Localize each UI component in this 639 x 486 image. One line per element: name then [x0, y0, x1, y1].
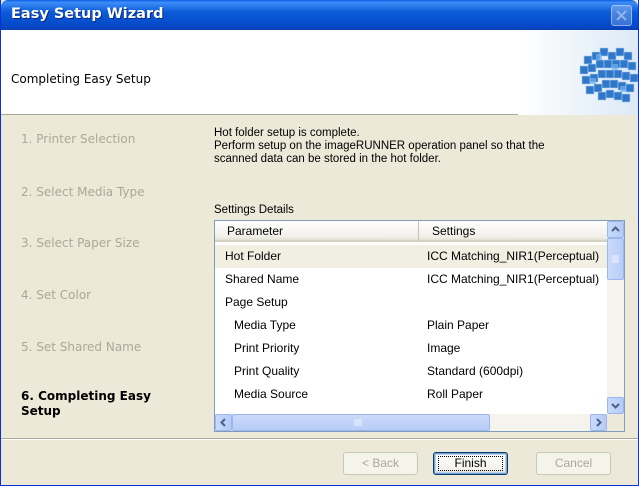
- chevron-up-icon: [611, 226, 620, 232]
- grip-icon: [612, 255, 619, 263]
- table-row[interactable]: Hot Folder ICC Matching_NIR1(Perceptual): [215, 245, 607, 268]
- row-value: Image: [427, 341, 461, 355]
- row-value: Roll Paper: [427, 387, 484, 401]
- wizard-steps-panel: 1. Printer Selection 2. Select Media Typ…: [1, 116, 198, 438]
- step-printer-selection: 1. Printer Selection: [21, 132, 136, 146]
- column-header-parameter[interactable]: Parameter: [215, 221, 419, 242]
- table-row[interactable]: Print Quality Standard (600dpi): [215, 360, 607, 383]
- row-value: Standard (600dpi): [427, 364, 524, 378]
- row-value: ICC Matching_NIR1(Perceptual): [427, 249, 600, 263]
- grip-icon: [354, 419, 362, 426]
- row-value: ICC Matching_NIR1(Perceptual): [427, 272, 600, 286]
- footer-divider-highlight: [1, 439, 638, 440]
- row-parameter: Print Priority: [234, 341, 300, 355]
- focus-rect: [438, 456, 503, 471]
- step-set-shared-name: 5. Set Shared Name: [21, 340, 142, 354]
- wizard-header: Completing Easy Setup: [1, 30, 638, 115]
- page-title: Completing Easy Setup: [11, 72, 151, 86]
- horizontal-scroll-thumb[interactable]: [232, 414, 490, 431]
- scroll-right-button[interactable]: [590, 414, 607, 431]
- scroll-down-button[interactable]: [607, 397, 624, 414]
- scroll-left-button[interactable]: [215, 414, 232, 431]
- chevron-left-icon: [220, 418, 226, 427]
- step-set-color: 4. Set Color: [21, 288, 92, 302]
- table-row[interactable]: Page Setup: [215, 291, 607, 314]
- step-completing-easy-setup: 6. Completing Easy Setup: [21, 389, 151, 418]
- row-parameter: Media Type: [234, 318, 296, 332]
- table-row[interactable]: Shared Name ICC Matching_NIR1(Perceptual…: [215, 268, 607, 291]
- list-header: Parameter Settings: [215, 221, 607, 242]
- vertical-scrollbar[interactable]: [607, 221, 624, 414]
- message-line-2: Perform setup on the imageRUNNER operati…: [214, 140, 545, 152]
- close-icon: [616, 10, 627, 21]
- wizard-cubes-icon: [518, 30, 638, 115]
- title-bar[interactable]: Easy Setup Wizard: [1, 0, 638, 30]
- row-parameter: Hot Folder: [225, 249, 282, 263]
- scrollbar-corner: [607, 414, 624, 431]
- row-parameter: Shared Name: [225, 272, 300, 286]
- chevron-down-icon: [611, 403, 620, 409]
- row-parameter: Page Setup: [225, 295, 288, 309]
- step-select-paper-size: 3. Select Paper Size: [21, 236, 140, 250]
- settings-details-label: Settings Details: [214, 204, 294, 216]
- close-button[interactable]: [611, 5, 632, 26]
- horizontal-scrollbar[interactable]: [215, 414, 607, 431]
- settings-details-list[interactable]: Parameter Settings Hot Folder ICC Matchi…: [214, 220, 625, 432]
- scroll-up-button[interactable]: [607, 221, 624, 238]
- wizard-window: Easy Setup Wizard Completing Easy Setup: [0, 0, 639, 486]
- table-row[interactable]: Media Type Plain Paper: [215, 314, 607, 337]
- back-button[interactable]: < Back: [343, 452, 418, 475]
- table-row[interactable]: Media Source Roll Paper: [215, 383, 607, 406]
- table-row[interactable]: Print Priority Image: [215, 337, 607, 360]
- column-header-settings[interactable]: Settings: [420, 221, 607, 242]
- row-parameter: Media Source: [234, 387, 309, 401]
- message-block: Hot folder setup is complete. Perform se…: [214, 127, 624, 166]
- chevron-right-icon: [596, 418, 602, 427]
- row-parameter: Print Quality: [234, 364, 300, 378]
- message-line-1: Hot folder setup is complete.: [214, 127, 360, 139]
- cancel-button[interactable]: Cancel: [536, 452, 611, 475]
- vertical-scroll-thumb[interactable]: [607, 238, 624, 280]
- finish-button[interactable]: Finish: [433, 452, 508, 475]
- list-rows: Hot Folder ICC Matching_NIR1(Perceptual)…: [215, 245, 607, 406]
- row-value: Plain Paper: [427, 318, 490, 332]
- step-select-media-type: 2. Select Media Type: [21, 185, 145, 199]
- message-line-3: scanned data can be stored in the hot fo…: [214, 153, 441, 165]
- window-title: Easy Setup Wizard: [11, 6, 164, 22]
